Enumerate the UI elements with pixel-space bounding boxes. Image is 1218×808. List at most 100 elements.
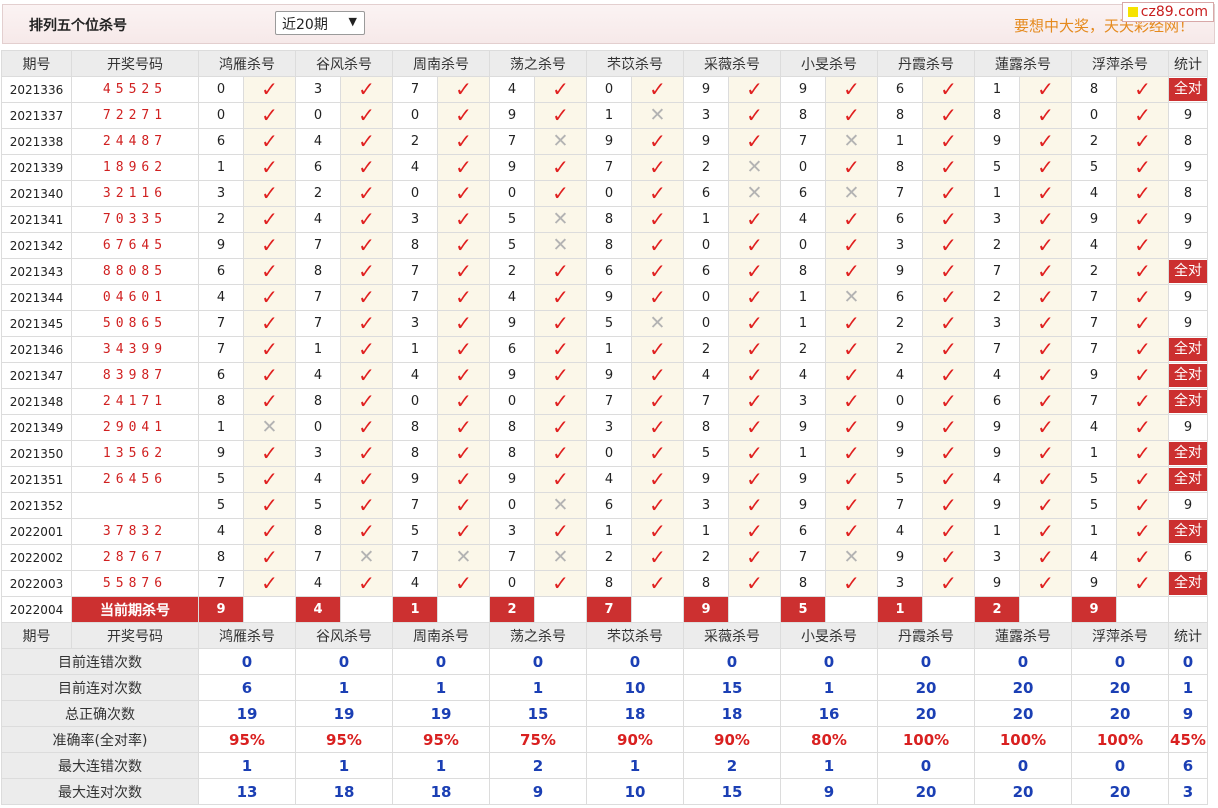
issue-cell: 2021346 [1,336,72,363]
kill-number-cell: 0 [489,180,535,207]
kill-number-cell: 9 [489,310,535,337]
cross-icon: ✕ [552,208,569,230]
column-header: 期号 [1,622,72,649]
summary-label: 目前连错次数 [1,648,199,675]
kill-number-cell: 3 [683,492,729,519]
logo-text: cz89.com [1140,4,1208,20]
issue-cell: 2021340 [1,180,72,207]
table-row: 2021338 24487 6 ✓ 4 ✓ 2 ✓ 7 ✕ 9 ✓ 9 ✓ 7 ✕ 1 ✓ 9 ✓ 2 ✓ 8 [1,128,1208,155]
result-mark-cell: ✓ [922,154,975,181]
result-mark-cell: ✓ [631,284,684,311]
result-mark-cell: ✓ [437,102,490,129]
kill-number-cell: 8 [974,102,1020,129]
kill-number-cell: 8 [877,154,923,181]
check-icon: ✓ [1134,311,1151,335]
chevron-down-icon: ▼ [348,15,357,28]
site-logo[interactable]: cz89.com [1121,2,1214,22]
kill-number-cell: 6 [586,258,632,285]
result-mark-cell: ✓ [631,440,684,467]
check-icon: ✓ [1037,363,1054,387]
column-header: 期号 [1,50,72,77]
kill-number-cell: 6 [295,154,341,181]
kill-number-cell: 7 [586,388,632,415]
result-mark-cell: ✓ [728,570,781,597]
check-icon: ✓ [358,207,375,231]
result-mark-cell: ✓ [437,284,490,311]
result-mark-cell: ✓ [534,440,587,467]
check-icon: ✓ [1037,259,1054,283]
kill-number-cell: 7 [974,336,1020,363]
kill-number-cell: 4 [295,570,341,597]
kill-number-cell: 0 [295,102,341,129]
check-icon: ✓ [746,129,763,153]
kill-number-cell: 4 [392,570,438,597]
cross-icon: ✕ [746,182,763,204]
kill-number-cell: 9 [489,466,535,493]
kill-number-cell: 8 [392,440,438,467]
all-correct-badge: 全对 [1169,260,1207,283]
stat-cell: 全对 [1168,570,1208,597]
result-mark-cell: ✓ [825,102,878,129]
summary-value: 0 [1071,752,1169,779]
kill-number-cell: 4 [1071,414,1117,441]
check-icon: ✓ [746,519,763,543]
check-icon: ✓ [261,467,278,491]
kill-number-cell: 0 [392,180,438,207]
header-row: 期号 开奖号码 鸿雁杀号 谷风杀号 周南杀号 荡之杀号 芣苡杀号 采薇杀号 小旻杀号 丹霞杀号 蓮露… [1,50,1208,77]
kill-number-cell: 7 [295,232,341,259]
stat-cell: 全对 [1168,388,1208,415]
check-icon: ✓ [746,207,763,231]
check-icon: ✓ [261,363,278,387]
kill-number-cell: 6 [198,128,244,155]
result-mark-cell: ✓ [825,362,878,389]
kill-number-cell: 9 [1071,206,1117,233]
table-row: 2021347 83987 6 ✓ 4 ✓ 4 ✓ 9 ✓ 9 ✓ 4 ✓ 4 ✓ 4 ✓ 4 ✓ 9 ✓ 全对 [1,362,1208,389]
current-kill-cell: 2 [489,596,535,623]
kill-number-cell: 1 [780,440,826,467]
check-icon: ✓ [843,207,860,231]
draw-number-cell: 45525 [71,76,199,103]
check-icon: ✓ [1134,285,1151,309]
kill-number-cell: 3 [392,310,438,337]
check-icon: ✓ [261,259,278,283]
issue-cell: 2022003 [1,570,72,597]
kill-number-cell: 7 [586,154,632,181]
kill-number-cell: 2 [1071,128,1117,155]
check-icon: ✓ [843,259,860,283]
result-mark-cell: ✓ [534,362,587,389]
cross-icon: ✕ [261,416,278,438]
kill-number-cell: 6 [683,180,729,207]
result-mark-cell: ✓ [243,102,296,129]
check-icon: ✓ [1134,519,1151,543]
stat-cell: 全对 [1168,466,1208,493]
cross-icon: ✕ [843,130,860,152]
draw-number-cell: 72271 [71,102,199,129]
result-mark-cell: ✓ [728,310,781,337]
check-icon: ✓ [940,233,957,257]
check-icon: ✓ [940,519,957,543]
result-mark-cell: ✕ [534,544,587,571]
kill-number-cell: 1 [683,518,729,545]
table-row: 2021343 88085 6 ✓ 8 ✓ 7 ✓ 2 ✓ 6 ✓ 6 ✓ 8 ✓ 9 ✓ 7 ✓ 2 ✓ 全对 [1,258,1208,285]
result-mark-cell: ✓ [534,76,587,103]
result-mark-cell: ✓ [534,388,587,415]
check-icon: ✓ [649,181,666,205]
check-icon: ✓ [940,129,957,153]
kill-number-cell: 7 [489,544,535,571]
issue-cell: 2021341 [1,206,72,233]
result-mark-cell: ✕ [728,180,781,207]
check-icon: ✓ [940,337,957,361]
current-period-row: 2022004 当前期杀号 9 4 1 2 7 9 5 1 2 9 [1,596,1208,623]
check-icon: ✓ [1134,155,1151,179]
result-mark-cell: ✓ [728,466,781,493]
result-mark-cell: ✓ [437,518,490,545]
cross-icon: ✕ [455,546,472,568]
result-mark-cell: ✓ [728,440,781,467]
check-icon: ✓ [940,441,957,465]
table-row: 2022003 55876 7 ✓ 4 ✓ 4 ✓ 0 ✓ 8 ✓ 8 ✓ 8 ✓ 3 ✓ 9 ✓ 9 ✓ 全对 [1,570,1208,597]
period-select[interactable]: 近20期 ▼ [275,11,365,35]
result-mark-cell: ✓ [631,388,684,415]
result-mark-cell: ✓ [1116,102,1169,129]
stat-cell: 9 [1168,492,1208,519]
kill-number-cell: 7 [1071,336,1117,363]
